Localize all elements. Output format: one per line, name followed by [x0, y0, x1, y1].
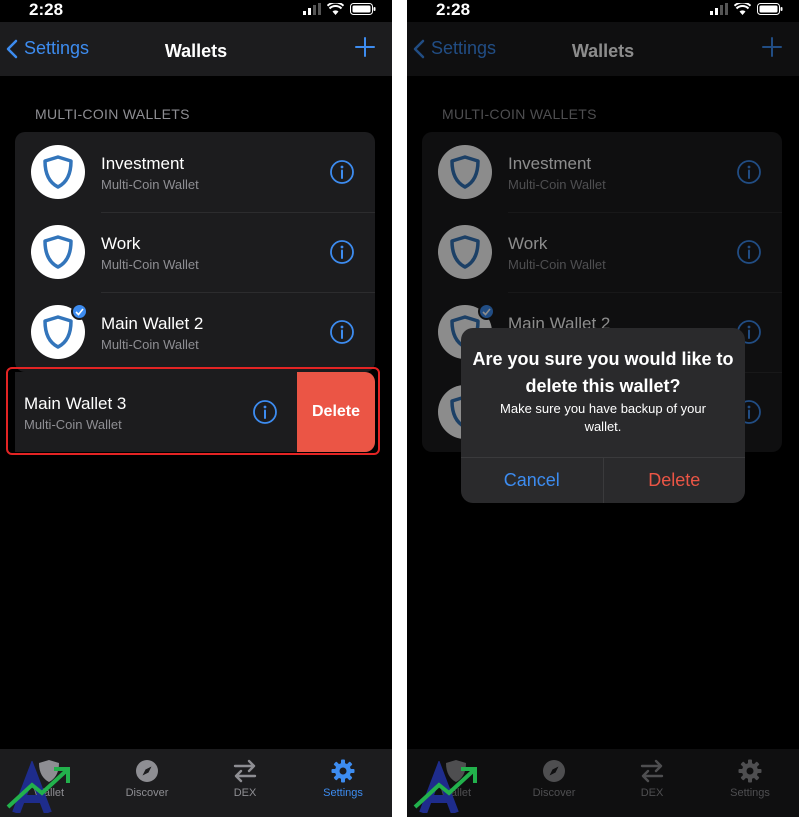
navigation-bar: Settings Wallets — [0, 22, 392, 76]
wallet-type: Multi-Coin Wallet — [101, 257, 199, 272]
info-icon[interactable] — [329, 159, 355, 185]
battery-icon — [757, 3, 783, 15]
wallet-name: Main Wallet 2 — [101, 314, 204, 333]
alert-button-row: Cancel Delete — [461, 457, 745, 503]
status-time: 2:28 — [29, 0, 64, 19]
wifi-icon — [327, 3, 344, 15]
status-bar: 2:28 — [0, 0, 392, 22]
swipe-delete-button[interactable]: Delete — [297, 372, 375, 452]
alert-title: Are you sure you would like to delete th… — [472, 349, 734, 396]
cancel-button[interactable]: Cancel — [461, 458, 603, 503]
swap-arrows-icon — [233, 759, 257, 783]
wallet-type: Multi-Coin Wallet — [101, 337, 199, 352]
wallet-row-main-wallet-3-swiped[interactable]: Main Wallet 3 Multi-Coin Wallet Delete — [15, 372, 375, 452]
wallet-avatar — [31, 145, 85, 199]
wallet-row-work[interactable]: Work Multi-Coin Wallet — [15, 212, 375, 292]
wallet-avatar — [31, 303, 88, 359]
wallet-row-main-wallet-2[interactable]: Main Wallet 2 Multi-Coin Wallet — [15, 292, 375, 372]
status-icons — [710, 3, 783, 15]
tab-label: Discover — [125, 787, 169, 799]
wallet-row-investment[interactable]: Investment Multi-Coin Wallet — [15, 132, 375, 212]
status-time: 2:28 — [436, 0, 471, 19]
watermark-logo — [6, 761, 70, 813]
watermark-logo — [413, 761, 477, 813]
signal-icon — [303, 3, 321, 15]
battery-icon — [350, 3, 376, 15]
wallet-name: Investment — [101, 154, 185, 173]
info-icon[interactable] — [252, 399, 278, 425]
shield-icon — [43, 155, 73, 189]
tab-dex[interactable]: DEX — [196, 749, 294, 817]
tab-discover[interactable]: Discover — [98, 749, 196, 817]
status-bar: 2:28 — [407, 0, 799, 22]
tab-label: DEX — [233, 787, 257, 799]
tab-label: Settings — [323, 787, 363, 799]
info-icon[interactable] — [329, 239, 355, 265]
page-title: Wallets — [164, 41, 228, 61]
add-wallet-button[interactable] — [354, 36, 376, 63]
plus-icon — [355, 37, 375, 57]
wifi-icon — [734, 3, 751, 15]
phone-screen-swipe: 2:28 Settings Wallets MULTI-COIN WALLETS… — [0, 0, 392, 817]
confirm-delete-button[interactable]: Delete — [602, 458, 746, 503]
wallet-type: Multi-Coin Wallet — [24, 417, 122, 432]
gear-icon — [331, 759, 355, 783]
wallet-avatar — [31, 225, 85, 279]
selected-checkmark-icon — [71, 303, 88, 320]
wallet-type: Multi-Coin Wallet — [101, 177, 199, 192]
wallet-list: Investment Multi-Coin Wallet Work Multi-… — [15, 132, 375, 372]
section-header: MULTI-COIN WALLETS — [35, 106, 190, 122]
info-icon[interactable] — [329, 319, 355, 345]
tab-settings[interactable]: Settings — [294, 749, 392, 817]
delete-confirmation-alert: Are you sure you would like to delete th… — [461, 328, 745, 503]
compass-icon — [136, 760, 158, 782]
signal-icon — [710, 3, 728, 15]
phone-screen-confirm: 2:28 Settings Wallets MULTI-COIN WALLETS… — [407, 0, 799, 817]
shield-icon — [43, 315, 73, 349]
alert-message: Make sure you have backup of your wallet… — [500, 401, 706, 434]
wallet-name: Main Wallet 3 — [24, 394, 127, 413]
status-icons — [303, 3, 376, 15]
wallet-name: Work — [101, 234, 141, 253]
shield-icon — [43, 235, 73, 269]
